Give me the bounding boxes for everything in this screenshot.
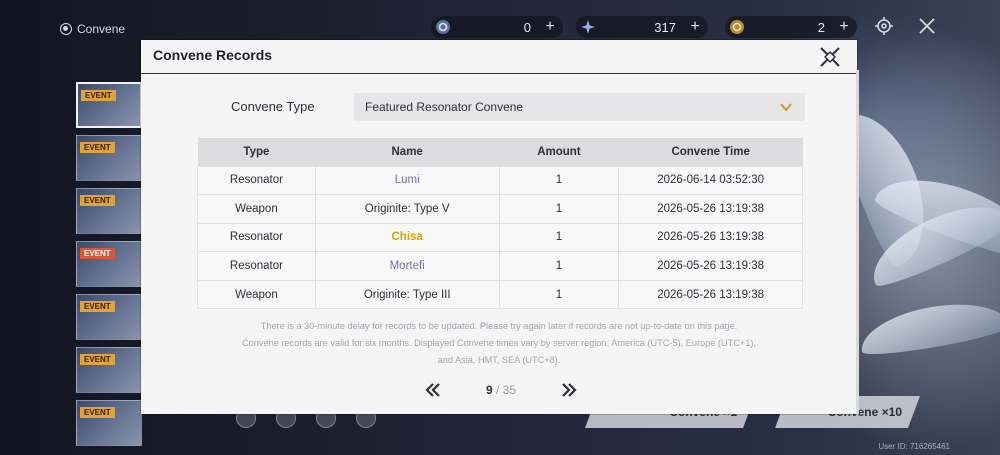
add-currency-button[interactable]: + [837,18,851,36]
table-row: Resonator Chisa 1 2026-05-26 13:19:38 [197,222,803,253]
next-page-icon[interactable] [559,380,579,400]
record-amount: 1 [498,222,620,253]
record-type: Resonator [197,222,316,253]
record-amount: 1 [498,194,620,224]
event-tag: EVENT [80,301,115,312]
dialog-header: Convene Records [141,40,857,74]
record-amount: 1 [498,251,620,281]
record-amount: 1 [498,165,620,196]
screen-title-text: Convene [77,22,126,36]
table-row: Weapon Originite: Type V 1 2026-05-26 13… [197,194,803,224]
currency-radiant-tide: 2 + [725,16,857,38]
event-tag: EVENT [80,248,115,259]
column-header: Convene Time [618,138,803,166]
currency-astrite: 317 + [576,16,708,38]
radiant-tide-icon [729,19,745,35]
record-type: Resonator [197,251,316,281]
astrite-star-icon [580,19,596,35]
notice-line: There is a 30-minute delay for records t… [260,321,738,331]
record-name: Originite: Type III [314,279,500,310]
chevron-down-icon [780,103,792,112]
page-indicator: 9 / 35 [486,383,516,397]
record-name: Chisa [314,222,500,253]
record-type: Resonator [197,165,316,196]
column-header: Amount [499,138,619,166]
records-notice: There is a 30-minute delay for records t… [187,318,811,369]
currency-value: 0 [523,19,531,35]
record-type: Weapon [197,279,316,310]
banner-tab[interactable]: EVENT [76,347,142,393]
record-type: Weapon [197,194,316,224]
add-currency-button[interactable]: + [543,18,557,36]
screen-title: Convene [60,20,125,38]
record-time: 2026-05-26 13:19:38 [618,251,803,281]
currency-value: 317 [654,19,676,35]
record-time: 2026-05-26 13:19:38 [618,279,803,310]
total-pages: 35 [502,383,517,397]
table-row: Resonator Mortefi 1 2026-05-26 13:19:38 [197,251,803,281]
record-time: 2026-06-14 03:52:30 [618,165,803,196]
event-tag: EVENT [81,90,116,101]
target-settings-icon[interactable] [873,15,895,37]
records-table: Type Name Amount Convene Time Resonator … [197,138,803,310]
banner-tab[interactable]: EVENT [76,400,142,446]
table-row: Resonator Lumi 1 2026-06-14 03:52:30 [197,165,803,196]
close-screen-icon[interactable] [916,15,938,37]
current-page: 9 [485,383,493,397]
convene-records-dialog: Convene Records Convene Type Featured Re… [141,40,859,414]
banner-tab[interactable]: EVENT [76,188,142,234]
banner-tab[interactable]: EVENT [76,241,142,287]
record-amount: 1 [498,279,620,310]
convene-type-row: Convene Type Featured Resonator Convene [231,93,805,121]
page-separator: / [492,383,503,397]
dialog-title: Convene Records [153,47,273,63]
column-header: Name [315,138,499,166]
record-name: Originite: Type V [314,194,500,224]
event-tag: EVENT [80,195,115,206]
lustrous-tide-icon [435,19,451,35]
banner-tab[interactable]: EVENT [76,294,142,340]
table-header-row: Type Name Amount Convene Time [197,138,803,166]
add-currency-button[interactable]: + [688,18,702,36]
currency-value: 2 [817,19,825,35]
record-name: Mortefi [314,251,500,281]
event-tag: EVENT [80,407,115,418]
notice-line: Convene records are valid for six months… [242,338,756,348]
record-name: Lumi [314,165,500,196]
close-icon[interactable] [819,46,841,68]
notice-line: and Asia, HMT, SEA (UTC+8). [437,355,561,365]
pagination: 9 / 35 [423,379,579,401]
banner-tab[interactable]: EVENT [76,135,142,181]
record-time: 2026-05-26 13:19:38 [618,194,803,224]
record-time: 2026-05-26 13:19:38 [618,222,803,253]
event-tag: EVENT [80,142,115,153]
currency-lustrous-tide: 0 + [431,16,563,38]
previous-page-icon[interactable] [423,380,443,400]
table-row: Weapon Originite: Type III 1 2026-05-26 … [197,279,803,310]
banner-tab[interactable]: EVENT [76,82,142,128]
event-tag: EVENT [80,354,115,365]
convene-type-value: Featured Resonator Convene [365,100,524,114]
convene-type-label: Convene Type [231,99,315,114]
banner-list: EVENT EVENT EVENT EVENT EVENT EVENT EVEN… [76,82,142,453]
column-header: Type [197,138,316,166]
convene-type-dropdown[interactable]: Featured Resonator Convene [354,93,805,121]
user-id: User ID: 716265461 [878,442,950,451]
convene-logo-icon [60,23,72,35]
